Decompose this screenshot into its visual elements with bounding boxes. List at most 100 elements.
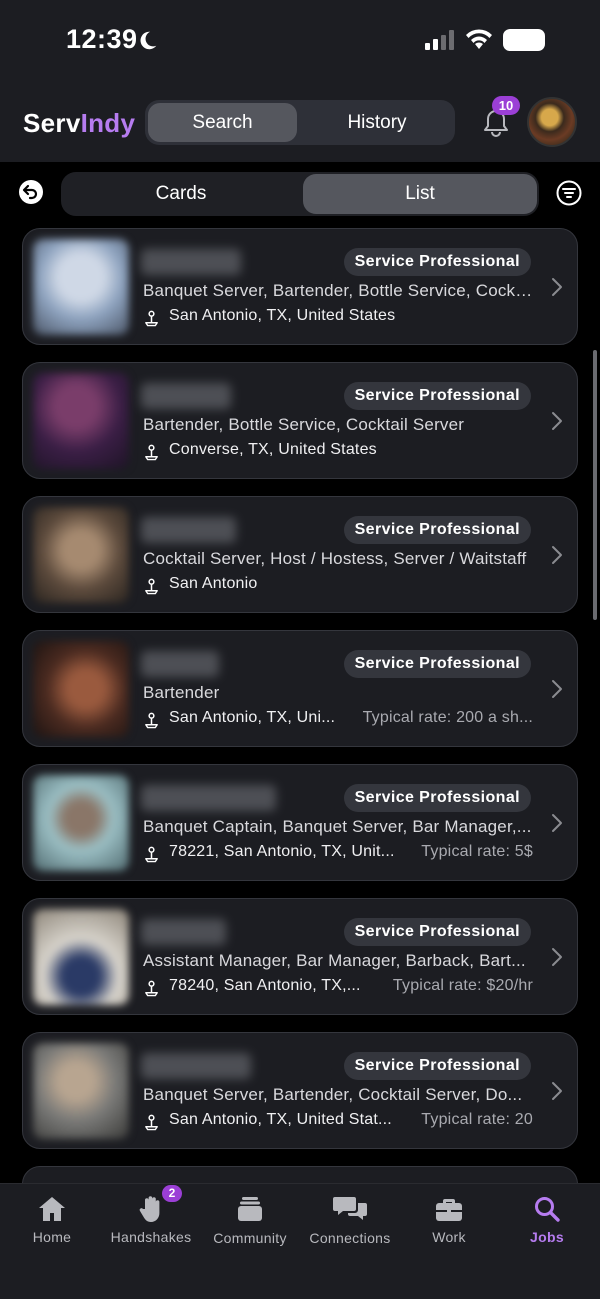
location-pin-icon <box>145 980 158 997</box>
rate-text: Typical rate: 200 a sh... <box>362 709 533 726</box>
profile-thumbnail <box>33 373 129 469</box>
notification-count-badge: 10 <box>492 96 520 115</box>
list-item[interactable]: Service Professional Banquet Captain, Ba… <box>22 764 578 881</box>
chat-bubbles-icon <box>333 1197 367 1220</box>
bottom-tab-bar: Home 2 Handshakes Community Connections … <box>0 1183 600 1299</box>
roles-text: Banquet Captain, Banquet Server, Bar Man… <box>143 817 532 836</box>
profile-avatar[interactable] <box>527 97 577 147</box>
list-item-partial[interactable] <box>22 1166 578 1183</box>
service-professional-badge: Service Professional <box>343 248 531 276</box>
blurred-name <box>141 383 231 409</box>
tab-home-label: Home <box>32 1229 72 1245</box>
location-pin-icon <box>145 712 158 729</box>
scrollbar[interactable] <box>593 350 597 620</box>
location-row: Converse, TX, United States <box>143 441 538 463</box>
tab-work-label: Work <box>432 1229 466 1245</box>
blurred-name <box>141 1053 251 1079</box>
cards-list-toggle: Cards List <box>61 172 539 216</box>
blurred-name <box>141 785 276 811</box>
service-professional-badge: Service Professional <box>343 650 531 678</box>
roles-text: Bartender, Bottle Service, Cocktail Serv… <box>143 415 465 434</box>
blurred-name <box>141 919 226 945</box>
location-row: 78240, San Antonio, TX,... Typical rate:… <box>143 977 538 999</box>
location-text: San Antonio, TX, United Stat... <box>169 1111 392 1128</box>
location-row: San Antonio, TX, United Stat... Typical … <box>143 1111 538 1133</box>
location-pin-icon <box>145 1114 158 1131</box>
tab-list[interactable]: List <box>303 174 537 214</box>
moon-icon <box>140 31 157 50</box>
service-professional-badge: Service Professional <box>343 1052 531 1080</box>
location-row: 78221, San Antonio, TX, Unit... Typical … <box>143 843 538 865</box>
briefcase-icon <box>436 1199 462 1221</box>
location-pin-icon <box>145 578 158 595</box>
tab-home[interactable]: Home <box>4 1184 100 1254</box>
roles-text: Bartender <box>143 683 220 702</box>
tab-connections[interactable]: Connections <box>300 1184 400 1254</box>
tab-history[interactable]: History <box>301 103 453 142</box>
home-icon <box>39 1197 65 1221</box>
roles-text: Assistant Manager, Bar Manager, Barback,… <box>143 951 526 970</box>
service-professional-badge: Service Professional <box>343 516 531 544</box>
tab-connections-label: Connections <box>309 1230 391 1246</box>
battery-icon <box>503 29 545 51</box>
location-text: San Antonio <box>169 575 258 592</box>
app-logo: ServIndy <box>23 108 135 139</box>
service-professional-badge: Service Professional <box>343 382 531 410</box>
cellular-signal-icon <box>425 30 454 50</box>
location-text: San Antonio, TX, Uni... <box>169 709 336 726</box>
roles-text: Cocktail Server, Host / Hostess, Server … <box>143 549 527 568</box>
service-professional-badge: Service Professional <box>343 784 531 812</box>
blurred-name <box>141 517 236 543</box>
blurred-name <box>141 651 219 677</box>
location-text: 78240, San Antonio, TX,... <box>169 977 361 994</box>
professional-list: Service Professional Banquet Server, Bar… <box>0 226 600 1183</box>
logo-serv: Serv <box>23 108 81 138</box>
service-professional-badge: Service Professional <box>343 918 531 946</box>
tab-cards[interactable]: Cards <box>63 174 299 214</box>
location-row: San Antonio, TX, United States <box>143 307 538 329</box>
chevron-right-icon <box>552 680 562 698</box>
list-item[interactable]: Service Professional Banquet Server, Bar… <box>22 1032 578 1149</box>
location-text: 78221, San Antonio, TX, Unit... <box>169 843 395 860</box>
chevron-right-icon <box>552 948 562 966</box>
tab-handshakes[interactable]: 2 Handshakes <box>102 1184 200 1254</box>
filter-icon[interactable] <box>556 180 582 206</box>
tab-handshakes-label: Handshakes <box>110 1229 192 1245</box>
tab-community-label: Community <box>213 1230 287 1246</box>
tab-community[interactable]: Community <box>202 1184 298 1254</box>
status-time: 12:39 <box>66 24 138 54</box>
location-pin-icon <box>145 310 158 327</box>
app-header: ServIndy Search History 10 <box>0 84 600 162</box>
tab-jobs-label: Jobs <box>530 1229 564 1245</box>
list-item[interactable]: Service Professional Bartender San Anton… <box>22 630 578 747</box>
roles-text: Banquet Server, Bartender, Cocktail Serv… <box>143 1085 523 1104</box>
search-icon <box>535 1197 560 1222</box>
rate-text: Typical rate: $20/hr <box>392 977 533 994</box>
handshakes-count-badge: 2 <box>162 1185 182 1202</box>
location-pin-icon <box>145 444 158 461</box>
roles-text: Banquet Server, Bartender, Bottle Servic… <box>143 281 533 300</box>
list-item[interactable]: Service Professional Assistant Manager, … <box>22 898 578 1015</box>
location-row: San Antonio, TX, Uni... Typical rate: 20… <box>143 709 538 731</box>
profile-thumbnail <box>33 641 129 737</box>
tab-work[interactable]: Work <box>402 1184 496 1254</box>
stack-icon <box>238 1197 262 1221</box>
profile-thumbnail <box>33 507 129 603</box>
list-item[interactable]: Service Professional Bartender, Bottle S… <box>22 362 578 479</box>
chevron-right-icon <box>552 412 562 430</box>
back-icon[interactable] <box>19 180 43 204</box>
rate-text: Typical rate: 20 <box>421 1111 533 1128</box>
wifi-icon <box>466 29 492 49</box>
tab-search[interactable]: Search <box>148 103 297 142</box>
list-item[interactable]: Service Professional Cocktail Server, Ho… <box>22 496 578 613</box>
view-toolbar: Cards List <box>0 162 600 226</box>
location-row: San Antonio <box>143 575 538 597</box>
list-item[interactable]: Service Professional Banquet Server, Bar… <box>22 228 578 345</box>
tab-jobs[interactable]: Jobs <box>498 1184 596 1254</box>
profile-thumbnail <box>33 239 129 335</box>
logo-indy: Indy <box>80 108 136 138</box>
blurred-name <box>141 249 241 275</box>
search-history-toggle: Search History <box>145 100 455 145</box>
rate-text: Typical rate: 5$ <box>421 843 533 860</box>
status-bar: 12:39 <box>0 0 600 84</box>
